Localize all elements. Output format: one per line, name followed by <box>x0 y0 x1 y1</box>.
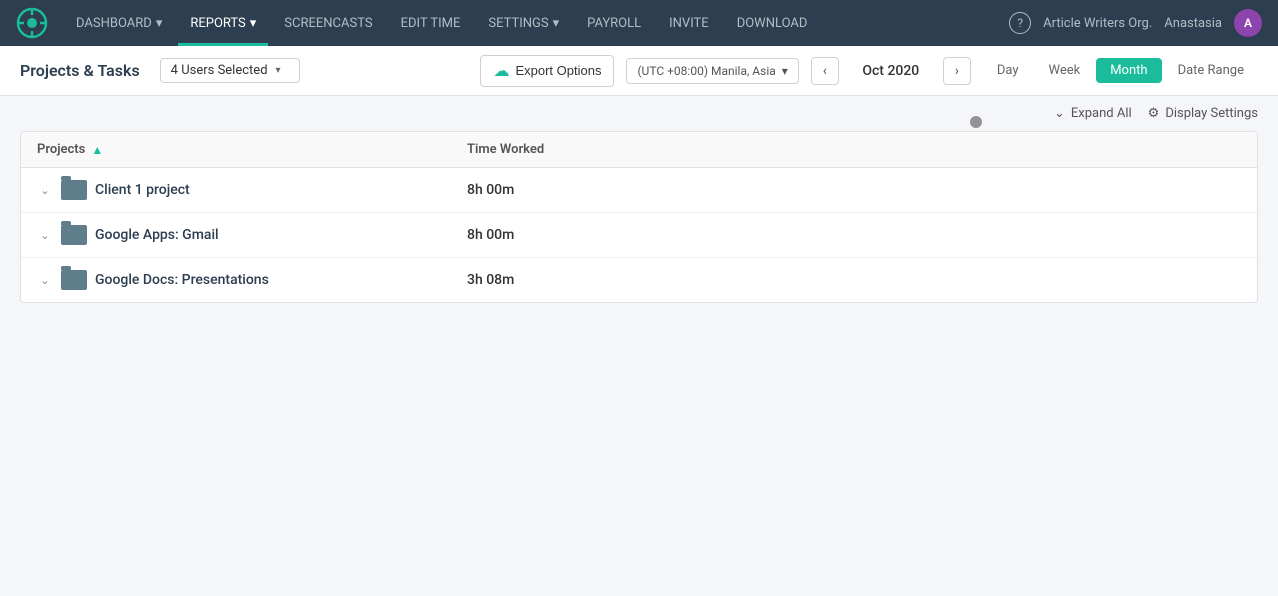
folder-icon <box>61 270 87 290</box>
display-settings-button[interactable]: ⚙ Display Settings <box>1148 106 1258 121</box>
chevron-down-icon: ▾ <box>250 16 257 31</box>
tab-week[interactable]: Week <box>1034 58 1094 83</box>
table-row: ⌄ Google Apps: Gmail 8h 00m <box>21 213 1257 258</box>
chevron-down-icon: ▾ <box>553 16 560 31</box>
row-left: ⌄ Google Docs: Presentations <box>37 270 467 290</box>
tab-day[interactable]: Day <box>983 58 1033 83</box>
folder-icon <box>61 225 87 245</box>
row-left: ⌄ Client 1 project <box>37 180 467 200</box>
chevron-down-icon: ▾ <box>276 65 281 76</box>
sort-icon[interactable]: ▲ <box>91 143 103 157</box>
cloud-icon: ☁ <box>493 61 509 81</box>
next-period-button[interactable]: › <box>943 57 971 85</box>
nav-settings[interactable]: SETTINGS ▾ <box>476 0 571 46</box>
view-tabs: Day Week Month Date Range <box>983 58 1258 83</box>
table-row: ⌄ Client 1 project 8h 00m <box>21 168 1257 213</box>
nav-screencasts[interactable]: SCREENCASTS <box>272 0 384 46</box>
logo[interactable] <box>16 7 48 39</box>
tab-month[interactable]: Month <box>1096 58 1161 83</box>
col-time-header: Time Worked <box>467 142 1241 157</box>
nav-reports[interactable]: REPORTS ▾ <box>178 0 268 46</box>
expand-icon: ⌄ <box>1054 106 1065 121</box>
nav-invite[interactable]: INVITE <box>657 0 721 46</box>
chevron-down-icon: ▾ <box>156 16 163 31</box>
page-title: Projects & Tasks <box>20 61 140 80</box>
gear-icon: ⚙ <box>1148 106 1160 121</box>
project-name: Google Apps: Gmail <box>95 227 219 243</box>
help-button[interactable]: ? <box>1009 12 1031 34</box>
project-name: Client 1 project <box>95 182 190 198</box>
projects-table: Projects ▲ Time Worked ⌄ Client 1 projec… <box>20 131 1258 303</box>
chevron-down-icon: ▾ <box>782 64 788 78</box>
prev-period-button[interactable]: ‹ <box>811 57 839 85</box>
nav-dashboard[interactable]: DASHBOARD ▾ <box>64 0 174 46</box>
users-selected-label: 4 Users Selected <box>171 63 268 78</box>
subheader: Projects & Tasks 4 Users Selected ▾ ☁ Ex… <box>0 46 1278 96</box>
expand-all-button[interactable]: ⌄ Expand All <box>1054 106 1132 121</box>
table-header: Projects ▲ Time Worked <box>21 132 1257 168</box>
top-navigation: DASHBOARD ▾ REPORTS ▾ SCREENCASTS EDIT T… <box>0 0 1278 46</box>
user-name[interactable]: Anastasia <box>1164 16 1222 31</box>
tab-date-range[interactable]: Date Range <box>1164 58 1258 83</box>
nav-payroll[interactable]: PAYROLL <box>575 0 653 46</box>
collapse-button[interactable]: ⌄ <box>37 227 53 243</box>
collapse-button[interactable]: ⌄ <box>37 182 53 198</box>
export-button[interactable]: ☁ Export Options <box>480 55 614 87</box>
table-row: ⌄ Google Docs: Presentations 3h 08m <box>21 258 1257 302</box>
time-worked: 3h 08m <box>467 272 1241 288</box>
nav-download[interactable]: DOWNLOAD <box>725 0 820 46</box>
timezone-selector[interactable]: (UTC +08:00) Manila, Asia ▾ <box>626 58 798 84</box>
users-selector[interactable]: 4 Users Selected ▾ <box>160 58 300 83</box>
user-avatar[interactable]: A <box>1234 9 1262 37</box>
time-worked: 8h 00m <box>467 227 1241 243</box>
toolbar: ⌄ Expand All ⚙ Display Settings <box>0 96 1278 131</box>
row-left: ⌄ Google Apps: Gmail <box>37 225 467 245</box>
collapse-button[interactable]: ⌄ <box>37 272 53 288</box>
nav-edit-time[interactable]: EDIT TIME <box>389 0 473 46</box>
project-name: Google Docs: Presentations <box>95 272 269 288</box>
folder-icon <box>61 180 87 200</box>
col-projects-header: Projects ▲ <box>37 142 467 157</box>
current-period: Oct 2020 <box>851 63 931 79</box>
org-name[interactable]: Article Writers Org. <box>1043 16 1152 31</box>
time-worked: 8h 00m <box>467 182 1241 198</box>
